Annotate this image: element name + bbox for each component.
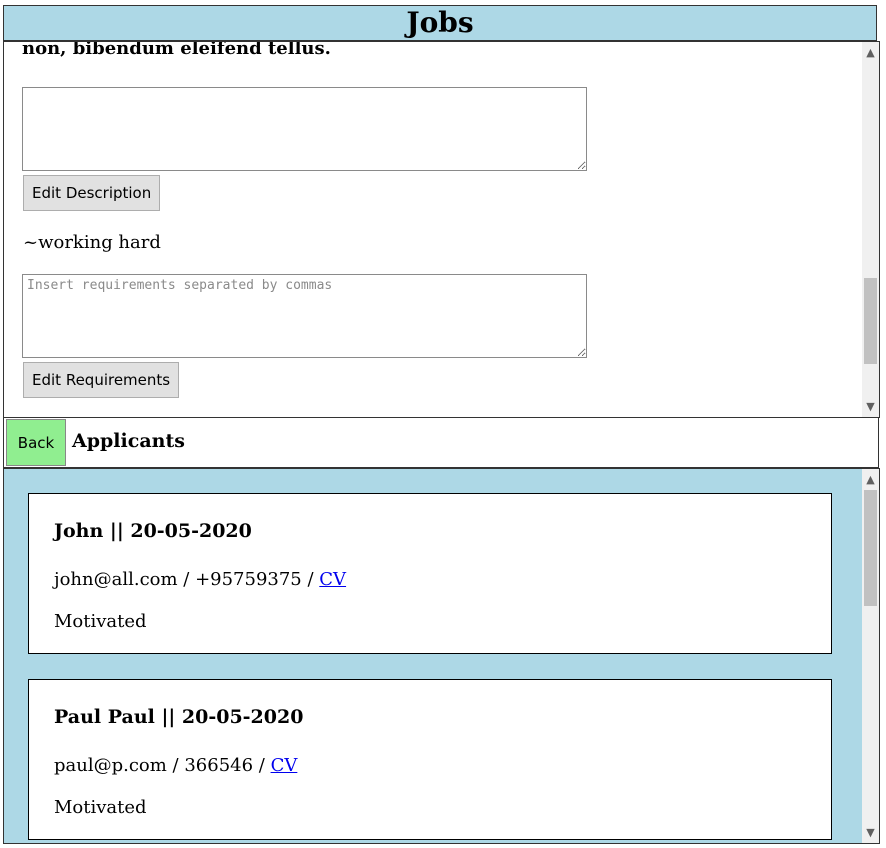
applicants-heading: Applicants xyxy=(72,430,185,452)
job-panel-scrollbar[interactable]: ▲ ▼ xyxy=(862,42,879,417)
cv-link[interactable]: CV xyxy=(319,569,346,590)
job-details-panel[interactable]: non, bibendum eleifend tellus. Edit Desc… xyxy=(3,41,880,418)
applicants-nav-bar: Back Applicants xyxy=(3,418,879,468)
applicant-contact-text: paul@p.com / 366546 / xyxy=(54,755,271,776)
applicants-scrollbar[interactable]: ▲ ▼ xyxy=(862,469,879,843)
requirements-text: ~working hard xyxy=(23,232,161,253)
job-panel-scroll-thumb[interactable] xyxy=(864,278,877,364)
cv-link[interactable]: CV xyxy=(271,755,298,776)
back-button[interactable]: Back xyxy=(6,419,66,466)
page-title: Jobs xyxy=(3,5,877,41)
applicant-card: John || 20-05-2020 john@all.com / +95759… xyxy=(28,493,832,654)
chevron-up-icon[interactable]: ▲ xyxy=(862,44,879,61)
edit-requirements-button[interactable]: Edit Requirements xyxy=(23,362,180,398)
applicant-contact-text: john@all.com / +95759375 / xyxy=(54,569,320,590)
applicant-heading: Paul Paul || 20-05-2020 xyxy=(54,706,304,728)
applicant-card: Paul Paul || 20-05-2020 paul@p.com / 366… xyxy=(28,679,832,840)
applicant-heading: John || 20-05-2020 xyxy=(54,520,252,542)
applicant-note: Motivated xyxy=(54,797,147,818)
chevron-down-icon[interactable]: ▼ xyxy=(862,398,879,415)
edit-description-button[interactable]: Edit Description xyxy=(23,175,161,211)
applicants-list[interactable]: John || 20-05-2020 john@all.com / +95759… xyxy=(3,468,880,844)
applicant-contact: paul@p.com / 366546 / CV xyxy=(54,755,297,776)
description-input[interactable] xyxy=(22,87,587,171)
applicant-contact: john@all.com / +95759375 / CV xyxy=(54,569,346,590)
job-description-text: non, bibendum eleifend tellus. xyxy=(22,41,331,59)
applicants-scroll-thumb[interactable] xyxy=(864,490,877,606)
requirements-input[interactable] xyxy=(22,274,587,358)
applicant-note: Motivated xyxy=(54,611,147,632)
chevron-up-icon[interactable]: ▲ xyxy=(862,471,879,488)
chevron-down-icon[interactable]: ▼ xyxy=(862,824,879,841)
